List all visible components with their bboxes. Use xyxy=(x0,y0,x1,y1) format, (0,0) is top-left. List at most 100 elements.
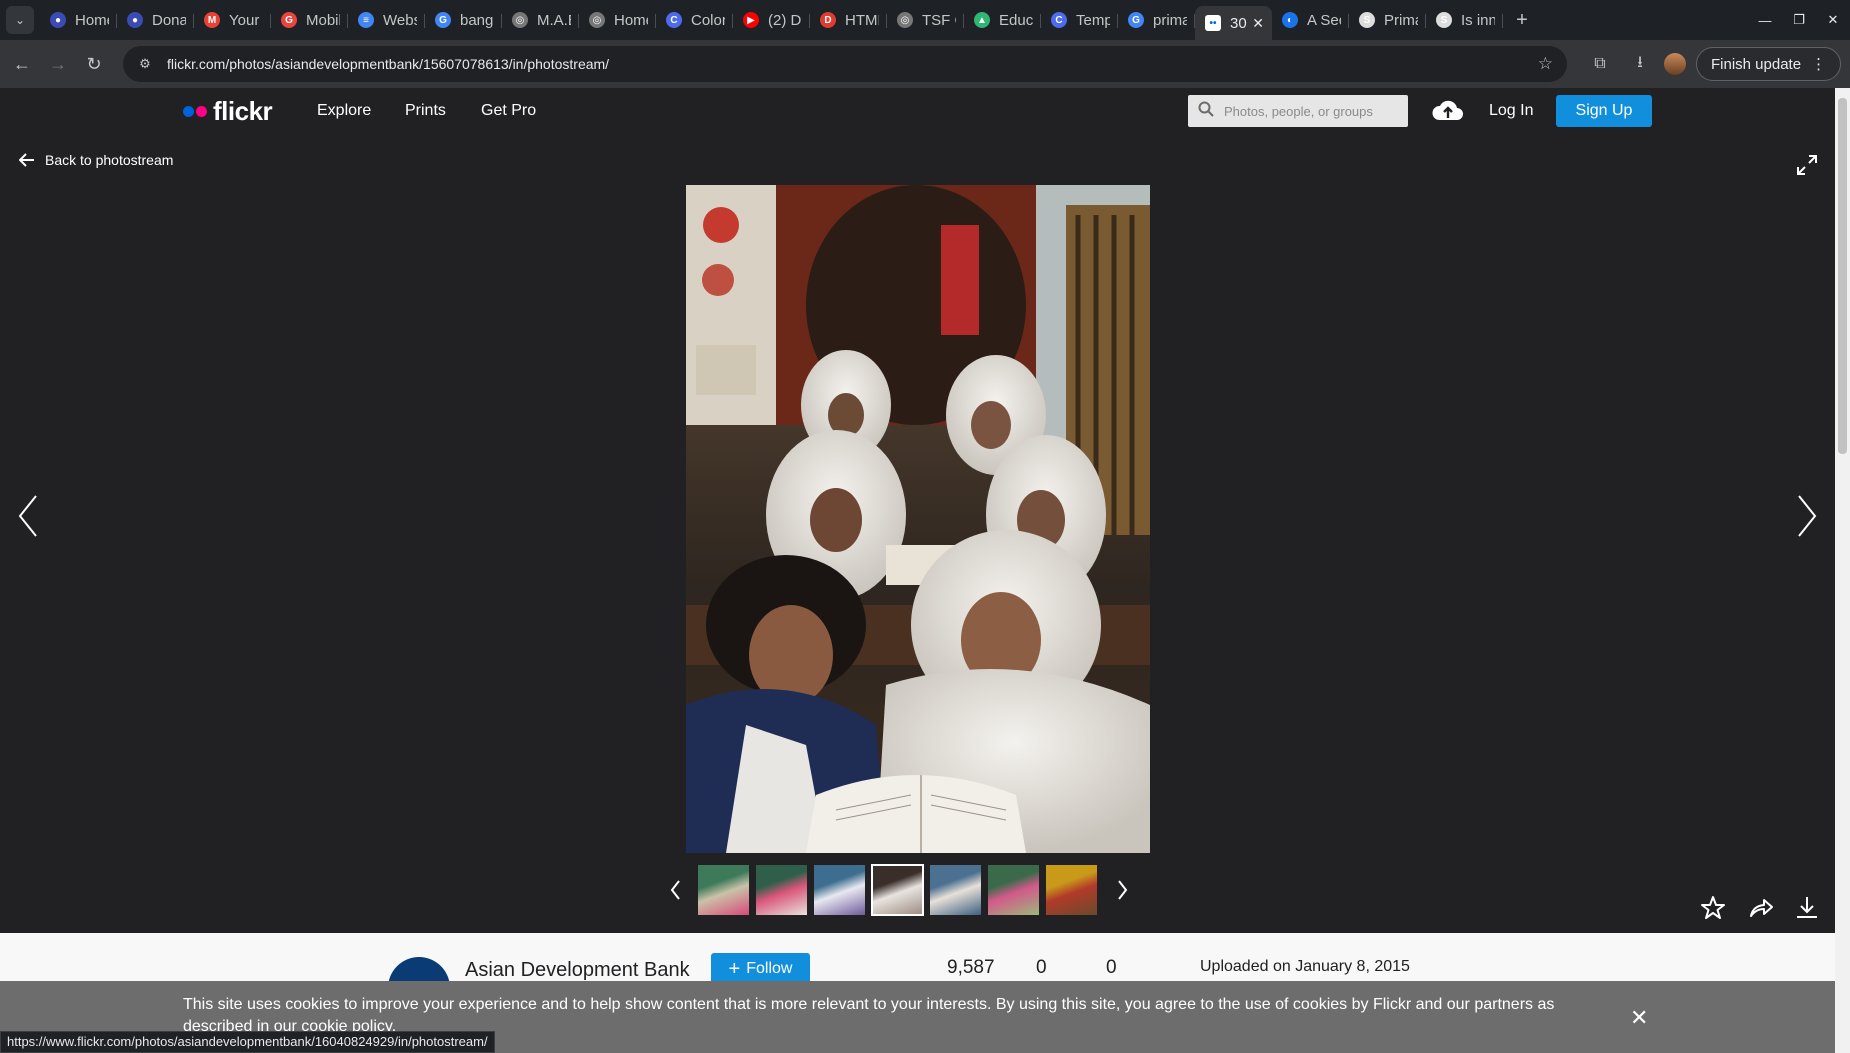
bookmark-star-icon[interactable]: ☆ xyxy=(1538,54,1553,74)
browser-tab[interactable]: ◐ A Sec xyxy=(1272,5,1349,35)
tab-title: Your xyxy=(229,11,260,29)
tab-search-chevron-icon[interactable]: ⌄ xyxy=(6,6,34,34)
next-photo-arrow-icon[interactable] xyxy=(1795,494,1819,538)
tab-favicon-icon: M xyxy=(204,12,220,28)
browser-tab[interactable]: C Temp xyxy=(1041,5,1118,35)
tab-title: Webs xyxy=(383,11,417,29)
download-icon[interactable] xyxy=(1793,894,1821,922)
browser-tab[interactable]: ▶ (2) Do xyxy=(733,5,810,35)
browser-tab[interactable]: S Prima xyxy=(1349,5,1426,35)
filmstrip-thumbnail[interactable] xyxy=(988,865,1039,915)
browser-tab[interactable]: ▲ Educa xyxy=(964,5,1041,35)
main-photo[interactable] xyxy=(686,185,1150,853)
tab-title: Home xyxy=(75,11,109,29)
browser-tab[interactable]: M Your xyxy=(194,5,271,35)
browser-toolbar: ← → ↻ ⚙ flickr.com/photos/asiandevelopme… xyxy=(0,40,1850,88)
finish-update-label: Finish update xyxy=(1711,55,1802,73)
filmstrip-thumbnail[interactable] xyxy=(1046,865,1097,915)
share-icon[interactable] xyxy=(1747,894,1775,922)
tab-favicon-icon: G xyxy=(435,12,451,28)
faves-count: 0 xyxy=(1036,957,1047,978)
new-tab-button[interactable]: + xyxy=(1507,9,1537,32)
browser-tab-strip: ⌄ ● Home ● Dona M Your G Mobil ≡ Webs Gbangl ◎ M.A.E… xyxy=(0,0,1850,40)
previous-photo-arrow-icon[interactable] xyxy=(16,494,40,538)
tab-favicon-icon: ◎ xyxy=(897,12,913,28)
browser-tab[interactable]: Gbangl xyxy=(425,5,502,35)
minimize-icon[interactable]: — xyxy=(1748,13,1782,28)
tab-favicon-icon: ▲ xyxy=(974,12,990,28)
fullscreen-icon[interactable] xyxy=(1796,154,1818,176)
tab-title: Home xyxy=(614,11,648,29)
maximize-icon[interactable]: ❐ xyxy=(1782,12,1816,28)
flickr-header: flickr Explore Prints Get Pro Log In Sig… xyxy=(0,88,1835,134)
tab-title: Dona xyxy=(152,11,186,29)
tab-title: Educa xyxy=(999,11,1033,29)
tab-favicon-icon: C xyxy=(666,12,682,28)
flickr-logo[interactable]: flickr xyxy=(183,96,273,127)
address-bar[interactable]: ⚙ flickr.com/photos/asiandevelopmentbank… xyxy=(123,46,1567,82)
forward-arrow-icon[interactable]: → xyxy=(40,46,76,82)
back-link-label: Back to photostream xyxy=(45,152,174,168)
browser-tab[interactable]: ● Dona xyxy=(117,5,194,35)
nav-explore[interactable]: Explore xyxy=(317,102,371,120)
login-link[interactable]: Log In xyxy=(1489,102,1533,120)
browser-tab[interactable]: G Mobil xyxy=(271,5,348,35)
tab-title: Prima xyxy=(1384,11,1418,29)
filmstrip-thumbnail[interactable] xyxy=(756,865,807,915)
page-scrollbar[interactable] xyxy=(1835,88,1850,1053)
tab-title: TSF C xyxy=(922,11,956,29)
url-text[interactable]: flickr.com/photos/asiandevelopmentbank/1… xyxy=(167,56,609,72)
profile-avatar[interactable] xyxy=(1664,53,1686,75)
filmstrip-thumbnail[interactable] xyxy=(930,865,981,915)
browser-tab[interactable]: D HTML xyxy=(810,5,887,35)
tab-title: Temp xyxy=(1076,11,1110,29)
filmstrip-thumbnail[interactable] xyxy=(814,865,865,915)
upload-date: Uploaded on January 8, 2015 xyxy=(1200,958,1410,975)
plus-icon: + xyxy=(728,957,741,980)
tab-favicon-icon: •• xyxy=(1205,15,1221,31)
owner-name[interactable]: Asian Development Bank xyxy=(465,959,690,982)
more-menu-icon[interactable]: ⋮ xyxy=(1811,55,1826,73)
upload-cloud-icon[interactable] xyxy=(1431,96,1465,126)
nav-prints[interactable]: Prints xyxy=(405,102,446,120)
tab-favicon-icon: ◎ xyxy=(589,12,605,28)
tab-title: Mobil xyxy=(306,11,340,29)
site-info-icon[interactable]: ⚙ xyxy=(133,56,157,72)
browser-tab[interactable]: S Is inn xyxy=(1426,5,1503,35)
tab-favicon-icon: C xyxy=(1051,12,1067,28)
scrollbar-thumb[interactable] xyxy=(1838,98,1847,454)
browser-tab[interactable]: ◎ Home xyxy=(579,5,656,35)
signup-button[interactable]: Sign Up xyxy=(1556,95,1652,127)
filmstrip-thumbnail[interactable] xyxy=(698,865,749,915)
tab-title: (2) Do xyxy=(768,11,802,29)
browser-tab[interactable]: C Color xyxy=(656,5,733,35)
favorite-star-icon[interactable] xyxy=(1699,894,1727,922)
follow-label: Follow xyxy=(746,960,793,977)
extensions-icon[interactable]: ⧉ xyxy=(1580,55,1620,73)
browser-tab[interactable]: ◎ M.A.E xyxy=(502,5,579,35)
back-to-photostream-link[interactable]: Back to photostream xyxy=(19,152,173,168)
tab-favicon-icon: ◐ xyxy=(1282,12,1298,28)
reload-icon[interactable]: ↻ xyxy=(76,46,112,82)
back-arrow-icon xyxy=(19,153,34,167)
browser-tab[interactable]: ≡ Webs xyxy=(348,5,425,35)
back-arrow-icon[interactable]: ← xyxy=(4,46,40,82)
filmstrip-prev-icon[interactable] xyxy=(664,875,688,905)
close-icon[interactable]: ✕ xyxy=(1630,1005,1648,1031)
close-window-icon[interactable]: ✕ xyxy=(1816,12,1850,28)
search-box[interactable] xyxy=(1188,95,1408,127)
browser-tab[interactable]: Gprima xyxy=(1118,5,1195,35)
tab-close-icon[interactable]: ✕ xyxy=(1252,15,1264,32)
tab-favicon-icon: ≡ xyxy=(358,12,374,28)
filmstrip-next-icon[interactable] xyxy=(1110,875,1134,905)
nav-get-pro[interactable]: Get Pro xyxy=(481,102,536,120)
search-input[interactable] xyxy=(1224,103,1394,119)
download-icon[interactable]: ⭳ xyxy=(1620,51,1660,78)
filmstrip-thumbnail[interactable] xyxy=(871,864,924,916)
tab-title: Color xyxy=(691,11,725,29)
browser-tab[interactable]: ● Home xyxy=(40,5,117,35)
browser-tab[interactable]: ◎ TSF C xyxy=(887,5,964,35)
browser-tab-active[interactable]: •• 30 ✕ xyxy=(1195,6,1272,40)
logo-blue-dot xyxy=(183,106,194,117)
finish-update-button[interactable]: Finish update ⋮ xyxy=(1696,47,1842,81)
